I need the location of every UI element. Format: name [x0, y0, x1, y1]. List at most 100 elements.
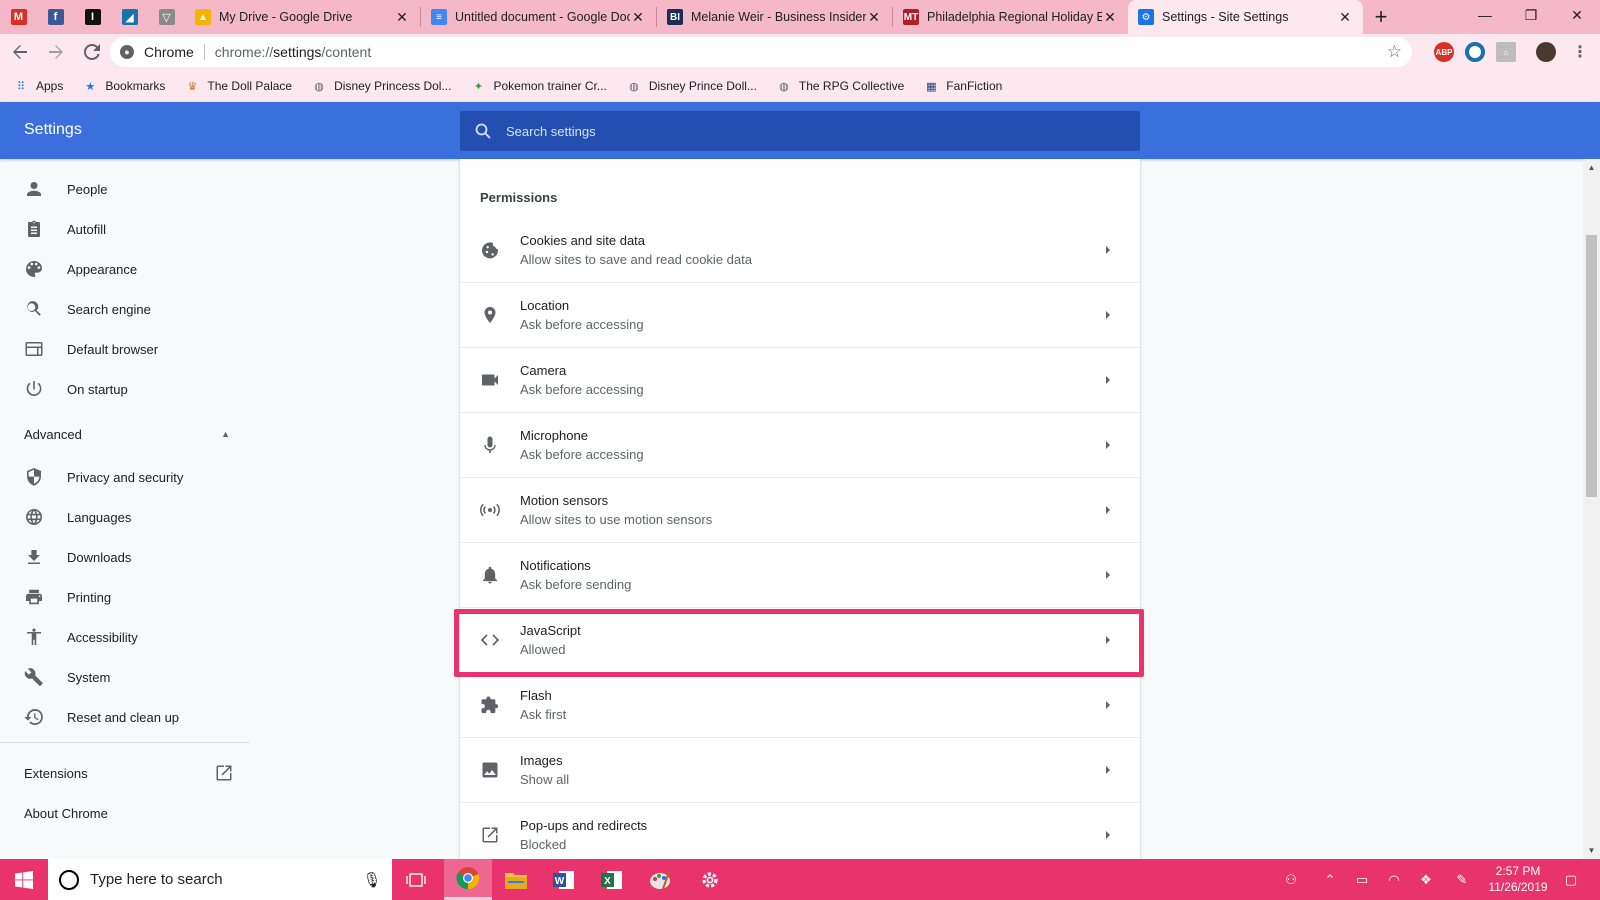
taskbar-file-explorer[interactable]	[492, 859, 540, 900]
sidebar-item-appearance[interactable]: Appearance	[0, 249, 250, 289]
pinned-tab[interactable]: M	[0, 0, 37, 34]
pinned-tab[interactable]: ◢	[111, 0, 148, 34]
bookmark-item[interactable]: ★ Bookmarks	[83, 79, 165, 93]
minimize-button[interactable]: —	[1462, 0, 1508, 30]
folder-icon	[505, 872, 527, 889]
sidebar-divider	[0, 742, 250, 743]
close-tab-icon[interactable]: ✕	[630, 9, 646, 26]
taskbar-word[interactable]: W	[540, 859, 588, 900]
permission-row-cookies-and-site-data[interactable]: Cookies and site data Allow sites to save…	[460, 217, 1140, 282]
permission-row-images[interactable]: Images Show all	[460, 737, 1140, 802]
page-scrollbar[interactable]: ▲ ▼	[1583, 159, 1600, 859]
download-icon	[24, 547, 44, 567]
taskbar-settings[interactable]	[686, 859, 734, 900]
permission-row-flash[interactable]: Flash Ask first	[460, 672, 1140, 737]
battery-icon[interactable]: ▭	[1350, 859, 1374, 900]
taskbar-search-box[interactable]: Type here to search 🎙	[48, 859, 392, 900]
scroll-up-icon[interactable]: ▲	[1583, 159, 1600, 176]
permission-row-location[interactable]: Location Ask before accessing	[460, 282, 1140, 347]
sidebar-item-printing[interactable]: Printing	[0, 577, 250, 617]
address-bar[interactable]: ● Chrome chrome://settings/content ☆	[110, 37, 1412, 67]
sidebar-item-default-browser[interactable]: Default browser	[0, 329, 250, 369]
arrow-right-icon	[49, 45, 63, 59]
sidebar-advanced-toggle[interactable]: Advanced ▲	[24, 427, 230, 442]
back-button[interactable]	[4, 36, 36, 68]
sidebar-item-people[interactable]: People	[0, 169, 250, 209]
browser-tab[interactable]: ▲ My Drive - Google Drive ✕	[185, 0, 420, 34]
url-text[interactable]: chrome://settings/content	[215, 44, 371, 60]
permission-title: Camera	[520, 363, 567, 378]
sidebar-item-languages[interactable]: Languages	[0, 497, 250, 537]
wifi-icon[interactable]: ◠	[1382, 859, 1406, 900]
sidebar-item-search-engine[interactable]: Search engine	[0, 289, 250, 329]
open-in-new-icon	[480, 825, 500, 845]
permission-row-javascript[interactable]: JavaScript Allowed	[460, 607, 1140, 672]
taskbar-excel[interactable]: X	[588, 859, 636, 900]
bookmark-item[interactable]: ◍ Disney Princess Dol...	[312, 79, 451, 93]
browser-tab[interactable]: ≡ Untitled document - Google Docs ✕	[421, 0, 656, 34]
browser-tab[interactable]: BI Melanie Weir - Business Insider ✕	[657, 0, 892, 34]
sidebar-item-autofill[interactable]: Autofill	[0, 209, 250, 249]
browser-tab[interactable]: ⚙ Settings - Site Settings ✕	[1128, 0, 1363, 34]
site-chip[interactable]: ● Chrome	[120, 44, 194, 60]
menu-kebab-icon[interactable]: ⋮	[1570, 42, 1590, 62]
permission-title: Location	[520, 298, 570, 313]
task-view-button[interactable]	[392, 859, 440, 900]
permission-row-camera[interactable]: Camera Ask before accessing	[460, 347, 1140, 412]
restore-button[interactable]: ❐	[1508, 0, 1554, 30]
profile-avatar[interactable]	[1536, 42, 1556, 62]
permission-text: Flash Ask first	[520, 688, 1088, 722]
bookmark-item[interactable]: ♛ The Doll Palace	[185, 79, 292, 93]
people-icon[interactable]: ⚇	[1278, 859, 1304, 900]
permission-row-notifications[interactable]: Notifications Ask before sending	[460, 542, 1140, 607]
close-tab-icon[interactable]: ✕	[1102, 9, 1118, 26]
bookmark-item[interactable]: ✦ Pokemon trainer Cr...	[471, 79, 607, 93]
microphone-icon[interactable]: 🎙	[352, 871, 392, 889]
action-center-icon[interactable]: ▢	[1556, 859, 1586, 900]
bookmark-item[interactable]: ▦ FanFiction	[924, 79, 1002, 93]
extension-gray-icon[interactable]: ⌂	[1496, 42, 1516, 62]
sidebar-item-label: Languages	[67, 509, 132, 525]
close-window-button[interactable]: ✕	[1554, 0, 1600, 30]
pinned-tab[interactable]: ▽	[148, 0, 185, 34]
sidebar-item-privacy-and-security[interactable]: Privacy and security	[0, 457, 250, 497]
sidebar-item-on-startup[interactable]: On startup	[0, 369, 250, 409]
pinned-tab[interactable]: I	[74, 0, 111, 34]
close-tab-icon[interactable]: ✕	[394, 9, 410, 26]
forward-button[interactable]	[40, 36, 72, 68]
sidebar-item-label: Search engine	[67, 301, 151, 317]
sidebar-item-accessibility[interactable]: Accessibility	[0, 617, 250, 657]
reload-button[interactable]	[76, 36, 108, 68]
sidebar-about-link[interactable]: About Chrome	[24, 806, 108, 821]
new-tab-button[interactable]: +	[1363, 0, 1399, 34]
scroll-down-icon[interactable]: ▼	[1583, 842, 1600, 859]
permission-row-microphone[interactable]: Microphone Ask before accessing	[460, 412, 1140, 477]
scrollbar-thumb[interactable]	[1586, 235, 1597, 497]
system-clock[interactable]: 2:57 PM 11/26/2019	[1476, 863, 1560, 895]
browser-tab[interactable]: MT Philadelphia Regional Holiday Events✕	[893, 0, 1128, 34]
permission-subtitle: Allowed	[520, 642, 566, 657]
extension-ring-icon[interactable]	[1465, 42, 1485, 62]
dropbox-icon[interactable]: ❖	[1414, 859, 1438, 900]
start-button[interactable]	[0, 859, 48, 900]
adblock-icon[interactable]: ABP	[1434, 42, 1454, 62]
bookmark-item[interactable]: ◍ Disney Prince Doll...	[627, 79, 757, 93]
sidebar-item-reset-and-clean-up[interactable]: Reset and clean up	[0, 697, 250, 737]
sidebar-extensions-link[interactable]: Extensions	[24, 765, 234, 781]
sidebar-item-system[interactable]: System	[0, 657, 250, 697]
arrow-right-icon	[1088, 245, 1128, 255]
bookmark-item[interactable]: ⠿ Apps	[14, 79, 63, 93]
pinned-tab[interactable]: f	[37, 0, 74, 34]
sidebar-item-downloads[interactable]: Downloads	[0, 537, 250, 577]
close-tab-icon[interactable]: ✕	[866, 9, 882, 26]
close-tab-icon[interactable]: ✕	[1337, 9, 1353, 26]
taskbar-chrome[interactable]	[444, 859, 492, 900]
taskbar-paint[interactable]	[636, 859, 684, 900]
permission-row-motion-sensors[interactable]: Motion sensors Allow sites to use motion …	[460, 477, 1140, 542]
chevron-up-icon[interactable]: ⌃	[1318, 859, 1342, 900]
bookmark-star-icon[interactable]: ☆	[1387, 42, 1402, 62]
permission-row-pop-ups-and-redirects[interactable]: Pop-ups and redirects Blocked	[460, 802, 1140, 859]
search-input[interactable]: Search settings	[460, 111, 1140, 151]
pen-icon[interactable]: ✎	[1450, 859, 1474, 900]
bookmark-item[interactable]: ◍ The RPG Collective	[777, 79, 904, 93]
